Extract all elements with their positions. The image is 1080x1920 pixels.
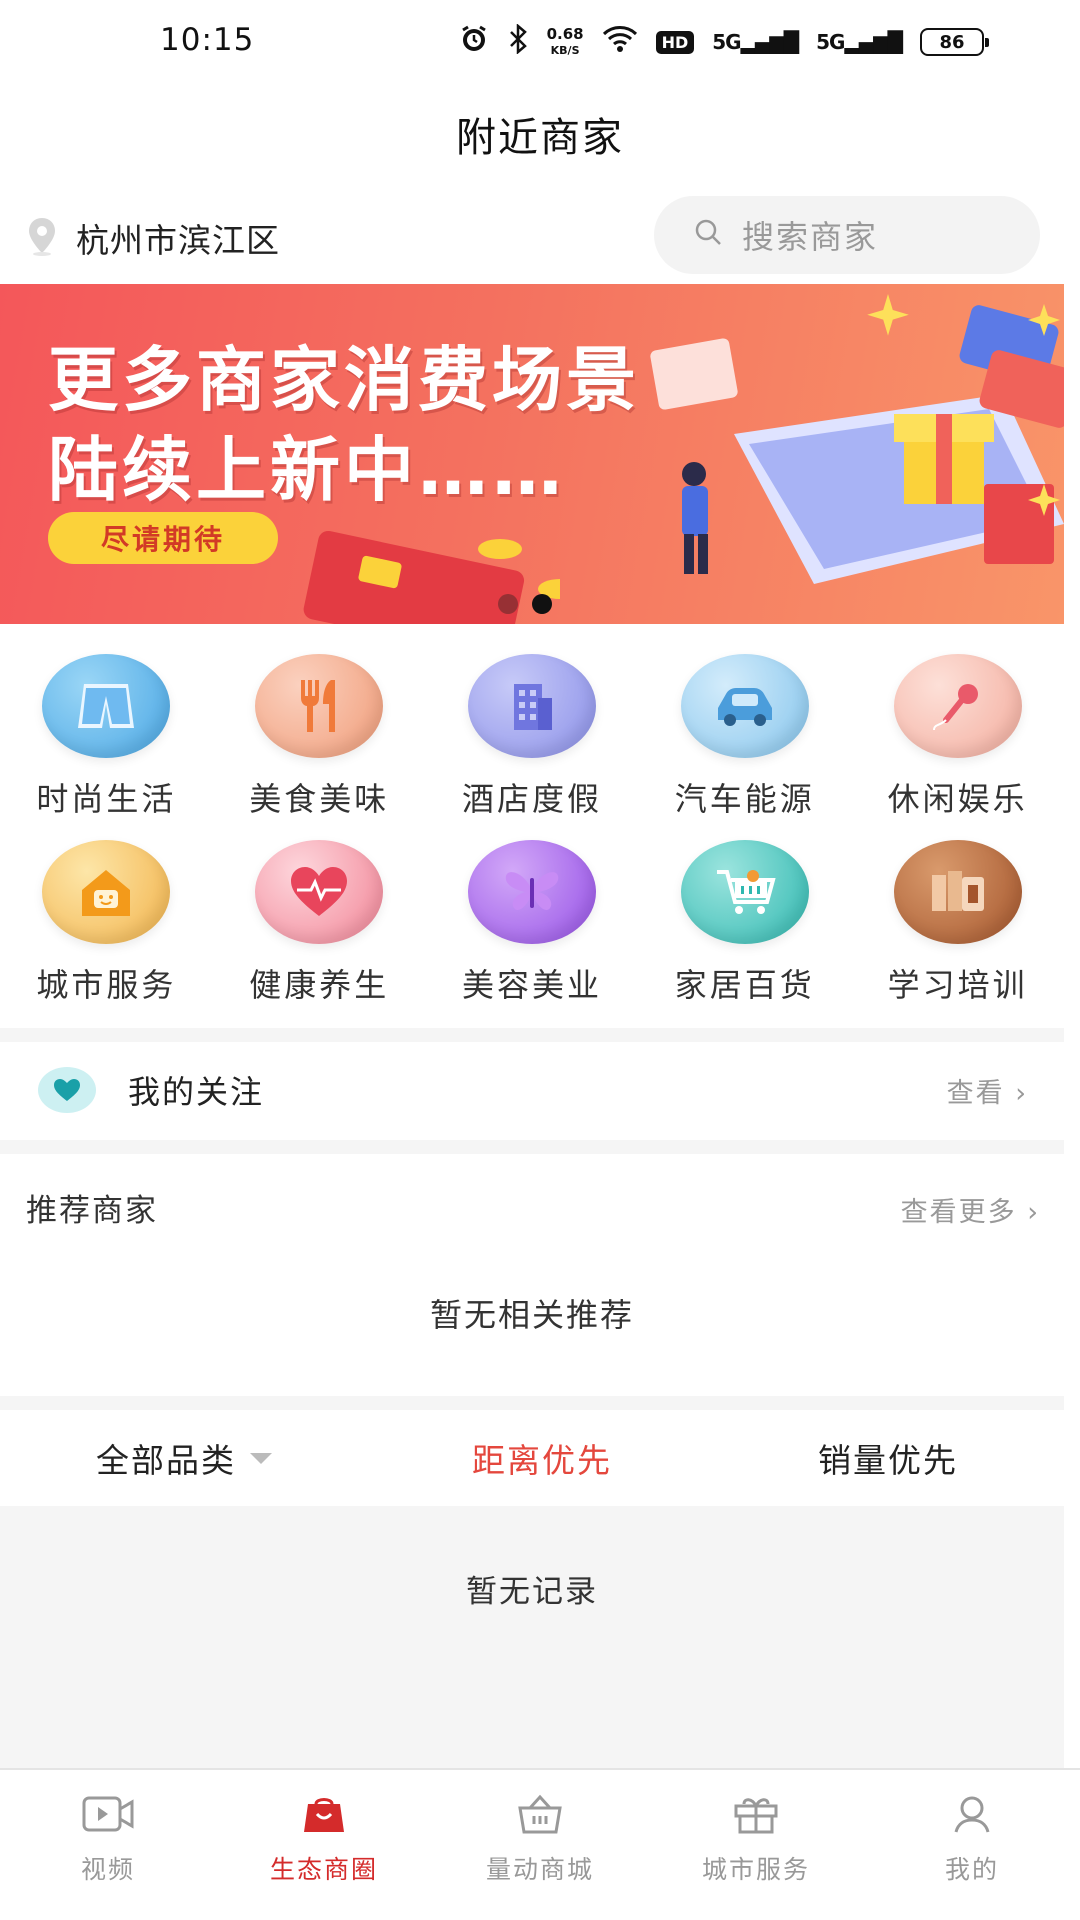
category-health[interactable]: 健康养生	[213, 840, 426, 1006]
battery-icon: 86	[920, 28, 989, 56]
heart-icon	[38, 1067, 96, 1113]
status-icons: 0.68 KB/S HD 5G▂▄▆█ 5G▂▄▆█ 86	[459, 23, 989, 60]
status-time: 10:15	[160, 22, 255, 58]
cart-icon	[680, 840, 809, 944]
video-icon	[82, 1794, 134, 1838]
status-bar: 10:15 0.68 KB/S HD 5G▂▄▆█ 5G▂▄▆█ 86	[0, 0, 1080, 84]
filter-sales[interactable]: 销量优先	[818, 1434, 958, 1482]
banner-button[interactable]: 尽请期待	[48, 512, 278, 564]
list-empty-text: 暂无记录	[466, 1574, 598, 1610]
house-icon	[42, 840, 171, 944]
user-icon	[952, 1794, 992, 1838]
category-leisure[interactable]: 休闲娱乐	[851, 654, 1064, 820]
category-home[interactable]: 家居百货	[638, 840, 851, 1006]
recommend-title: 推荐商家	[26, 1193, 158, 1229]
signal-icon: 5G▂▄▆█	[712, 30, 799, 54]
nav-city-service[interactable]: 城市服务	[648, 1770, 864, 1920]
section-divider	[0, 1396, 1064, 1410]
promo-banner[interactable]: 更多商家消费场景 陆续上新中…… 尽请期待	[0, 284, 1064, 624]
chevron-right-icon: ›	[1015, 1077, 1028, 1109]
filter-bar: 全部品类 距离优先 销量优先	[0, 1410, 1064, 1506]
bottom-nav: 视频 生态商圈 量动商城 城市服务 我的	[0, 1768, 1080, 1920]
recommend-more-link[interactable]: 查看更多 ›	[901, 1190, 1040, 1229]
follow-view-link[interactable]: 查看 ›	[947, 1071, 1028, 1110]
gift-icon	[732, 1794, 780, 1838]
dropdown-arrow-icon	[250, 1452, 272, 1464]
bluetooth-icon	[507, 23, 529, 60]
car-icon	[680, 654, 809, 758]
banner-pagination	[498, 594, 552, 614]
nav-mine[interactable]: 我的	[864, 1770, 1080, 1920]
filter-all-categories[interactable]: 全部品类	[96, 1434, 272, 1482]
banner-subheadline: 陆续上新中……	[48, 429, 566, 511]
hd-badge: HD	[655, 30, 695, 54]
butterfly-icon	[467, 840, 596, 944]
category-hotel[interactable]: 酒店度假	[426, 654, 639, 820]
category-city-service[interactable]: 城市服务	[0, 840, 213, 1006]
category-food[interactable]: 美食美味	[213, 654, 426, 820]
heart-pulse-icon	[255, 840, 384, 944]
network-speed: 0.68 KB/S	[546, 24, 584, 57]
location-text: 杭州市滨江区	[76, 221, 280, 260]
category-education[interactable]: 学习培训	[851, 840, 1064, 1006]
clothing-icon	[42, 654, 171, 758]
alarm-icon	[459, 24, 489, 60]
merchant-list: 暂无记录	[0, 1506, 1064, 1768]
location-pin-icon	[26, 216, 58, 260]
banner-dot-active[interactable]	[532, 594, 552, 614]
my-follow-row[interactable]: 我的关注 查看 ›	[0, 1040, 1064, 1140]
microphone-icon	[893, 654, 1022, 758]
search-input[interactable]: 搜索商家	[654, 196, 1040, 274]
banner-dot[interactable]	[498, 594, 518, 614]
fork-knife-icon	[255, 654, 384, 758]
nav-mall[interactable]: 量动商城	[432, 1770, 648, 1920]
follow-label: 我的关注	[128, 1073, 265, 1111]
category-auto[interactable]: 汽车能源	[638, 654, 851, 820]
search-icon	[694, 218, 724, 252]
filter-distance[interactable]: 距离优先	[472, 1434, 612, 1482]
signal-icon: 5G▂▄▆█	[816, 30, 903, 54]
chevron-right-icon: ›	[1027, 1197, 1040, 1228]
category-grid: 时尚生活 美食美味 酒店度假 汽车能源 休闲娱乐 城市服务 健康养生 美容美业 …	[0, 654, 1064, 1006]
banner-illustration	[650, 294, 1064, 584]
section-divider	[0, 1140, 1064, 1154]
books-icon	[893, 840, 1022, 944]
category-fashion[interactable]: 时尚生活	[0, 654, 213, 820]
nav-eco-business[interactable]: 生态商圈	[216, 1770, 432, 1920]
wifi-icon	[602, 25, 638, 59]
page-title: 附近商家	[456, 115, 624, 161]
category-beauty[interactable]: 美容美业	[426, 840, 639, 1006]
recommend-empty-text: 暂无相关推荐	[429, 1296, 634, 1334]
shop-bag-icon	[302, 1794, 346, 1838]
nav-video[interactable]: 视频	[0, 1770, 216, 1920]
building-icon	[467, 654, 596, 758]
location-selector[interactable]: 杭州市滨江区	[26, 214, 280, 262]
basket-icon	[516, 1794, 564, 1838]
search-placeholder: 搜索商家	[742, 218, 879, 256]
